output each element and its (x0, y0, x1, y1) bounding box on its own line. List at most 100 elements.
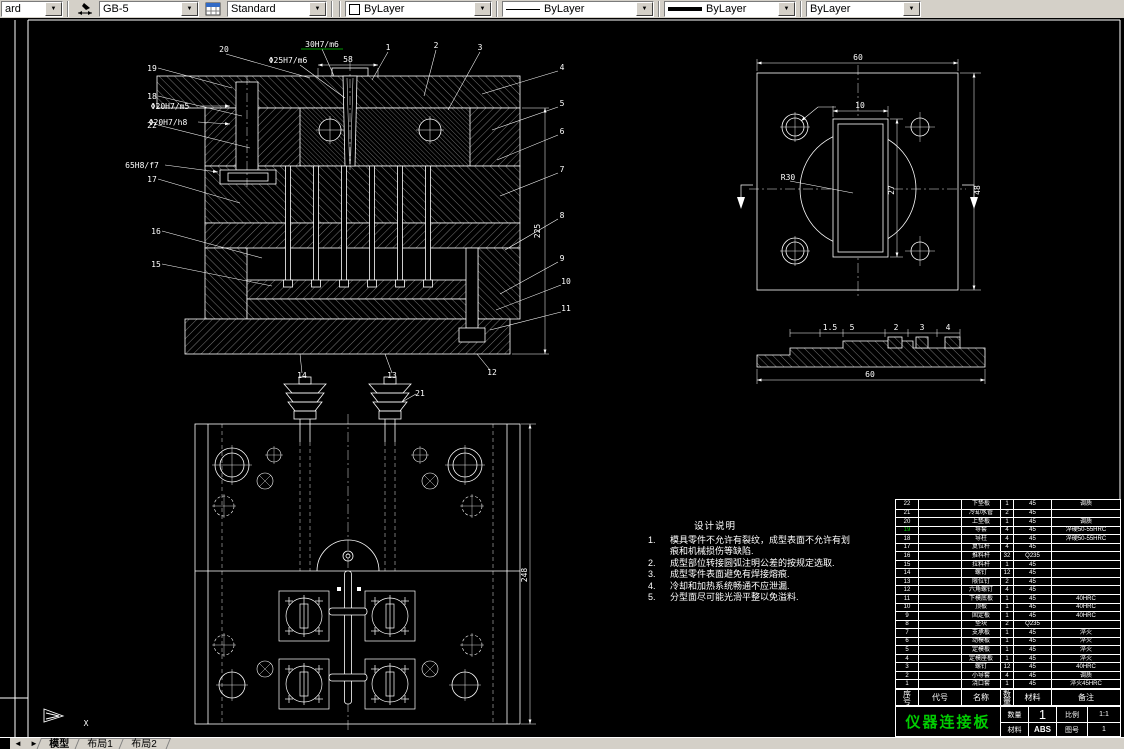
part-row-cell (1051, 568, 1120, 577)
part-row-seq: 22 (903, 501, 911, 508)
parts-header-cell: 代号 (918, 690, 961, 705)
part-row-cell (1051, 619, 1120, 629)
part-row-cell (918, 611, 961, 620)
part-row-cell (918, 662, 961, 671)
cad-label: 3 (478, 43, 483, 52)
part-row-cell: 六角螺钉 (961, 585, 1000, 594)
part-row-cell: 1 (1000, 653, 1013, 663)
part-row-cell: 下模底板 (961, 594, 1000, 603)
chevron-down-icon[interactable]: ▼ (903, 2, 920, 16)
note-line: 痕和机械损伤等缺陷. (670, 546, 754, 557)
part-row-cell: 调质 (1051, 670, 1120, 680)
part-row-cell: 调质 (1051, 500, 1120, 509)
cad-label: 7 (560, 165, 565, 174)
part-row-cell: 40HRC (1051, 594, 1120, 603)
part-row-cell: 32 (1000, 551, 1013, 560)
design-notes-title: 设计说明 (694, 521, 737, 532)
table-style-icon-button[interactable] (201, 1, 225, 17)
drawing-canvas[interactable]: 19 18 22 17 16 15 20 30H7/m6 Φ25H7/m6 Φ20H7/m5 Φ20… (0, 18, 1124, 737)
part-row-cell: 淬火 (1051, 645, 1120, 654)
ucs-icon (43, 708, 65, 723)
part-row-cell: 调质 (1051, 517, 1120, 526)
part-row-seq: 15 (896, 559, 918, 569)
part-row-cell: 40HRC (1051, 602, 1120, 612)
cad-label: 248 (520, 568, 529, 583)
plot-style-combo[interactable]: ByLayer ▼ (806, 1, 921, 17)
part-row-cell: 1 (1000, 517, 1013, 526)
cad-label: 9 (560, 254, 565, 263)
toolbar-separator (67, 1, 69, 17)
parts-header-cell: 材料 (1013, 690, 1051, 705)
part-row-cell: 1 (1000, 636, 1013, 646)
cad-label: 27 (887, 185, 896, 195)
plate-top-view (737, 59, 981, 298)
note-line: 1. 模具零件不允许有裂纹，成型表面不允许有划 (648, 535, 851, 545)
cad-label: 6 (560, 127, 565, 136)
cad-label: 60 (865, 370, 875, 379)
parts-header-cell: 备注 (1051, 690, 1120, 705)
color-combo[interactable]: ByLayer ▼ (345, 1, 492, 17)
part-row-cell: 淬火45HRC (1051, 679, 1120, 688)
chevron-down-icon[interactable]: ▼ (636, 2, 653, 16)
sheet-no-label: 图号 (1056, 722, 1087, 736)
part-row-cell: 下垫板 (961, 500, 1000, 509)
part-row-cell: 定模座板 (961, 653, 1000, 663)
cad-label: 4 (946, 323, 951, 332)
chevron-down-icon[interactable]: ▼ (181, 2, 198, 16)
part-row-cell: 2 (1000, 508, 1013, 518)
part-row-cell (918, 500, 961, 509)
cad-label: 17 (147, 175, 157, 184)
part-row-cell: 1 (1000, 500, 1013, 509)
cad-label: 10 (561, 277, 571, 286)
chevron-down-icon[interactable]: ▼ (474, 2, 491, 16)
table-style-combo[interactable]: Standard ▼ (227, 1, 327, 17)
cad-label: 4 (560, 63, 565, 72)
chevron-down-icon[interactable]: ▼ (309, 2, 326, 16)
part-row-cell (918, 594, 961, 603)
cad-label: 5 (850, 323, 855, 332)
note-line: 2. 成型部位转接圆弧注明公差的按规定选取. (648, 557, 835, 568)
part-row-cell (918, 517, 961, 526)
toolbar-separator (658, 1, 660, 17)
part-row-cell: 1 (1000, 611, 1013, 620)
part-row-seq: 20 (896, 517, 918, 526)
part-row-seq: 16 (896, 551, 918, 560)
dim-style-combo[interactable]: GB-5 ▼ (99, 1, 199, 17)
toolbar-separator (496, 1, 498, 17)
part-row-seq: 7 (896, 628, 918, 637)
lineweight-combo[interactable]: ByLayer ▼ (664, 1, 796, 17)
tab-nav-prev-icon[interactable]: ◄ (10, 738, 26, 749)
dim-style-value: GB-5 (103, 3, 129, 15)
cad-label: 13 (387, 371, 397, 380)
parts-header-cell: 序 号 (903, 690, 911, 705)
linetype-combo[interactable]: ByLayer ▼ (502, 1, 654, 17)
cad-label: 8 (560, 211, 565, 220)
cad-label: 18 (147, 92, 157, 101)
part-row-cell: 淬火 (1051, 628, 1120, 637)
mold-plan-view (194, 376, 536, 730)
part-row-cell: 动模板 (961, 636, 1000, 646)
cad-application-window: ard ▼ GB-5 ▼ Standard ▼ ByLayer ▼ ByLaye… (0, 0, 1124, 749)
cad-label: 58 (343, 55, 353, 64)
tab-layout2[interactable]: 布局2 (116, 738, 171, 749)
cad-label: 60 (853, 53, 863, 62)
part-row-cell: 1 (1000, 559, 1013, 569)
chevron-down-icon[interactable]: ▼ (778, 2, 795, 16)
dim-style-icon-button[interactable] (73, 1, 97, 17)
text-style-combo[interactable]: ard ▼ (1, 1, 63, 17)
chevron-down-icon[interactable]: ▼ (45, 2, 62, 16)
cad-label: 15 (151, 260, 161, 269)
part-name: 仪器连接板 (905, 714, 991, 731)
material-value: ABS (1028, 722, 1056, 736)
part-row-cell (918, 576, 961, 586)
part-row-seq: 21 (896, 508, 918, 518)
scale-value: 1:1 (1087, 707, 1120, 722)
part-row-seq: 4 (896, 653, 918, 663)
cad-label: 5 (560, 99, 565, 108)
layout-tab-bar: ◄ ► 模型 布局1 布局2 (0, 737, 1124, 749)
part-row-cell (918, 508, 961, 518)
part-row-cell: 2 (1000, 619, 1013, 629)
part-row-cell: 淬硬50-55HRC (1051, 534, 1120, 543)
color-swatch-icon (349, 3, 360, 15)
toolbar-separator (339, 1, 341, 17)
